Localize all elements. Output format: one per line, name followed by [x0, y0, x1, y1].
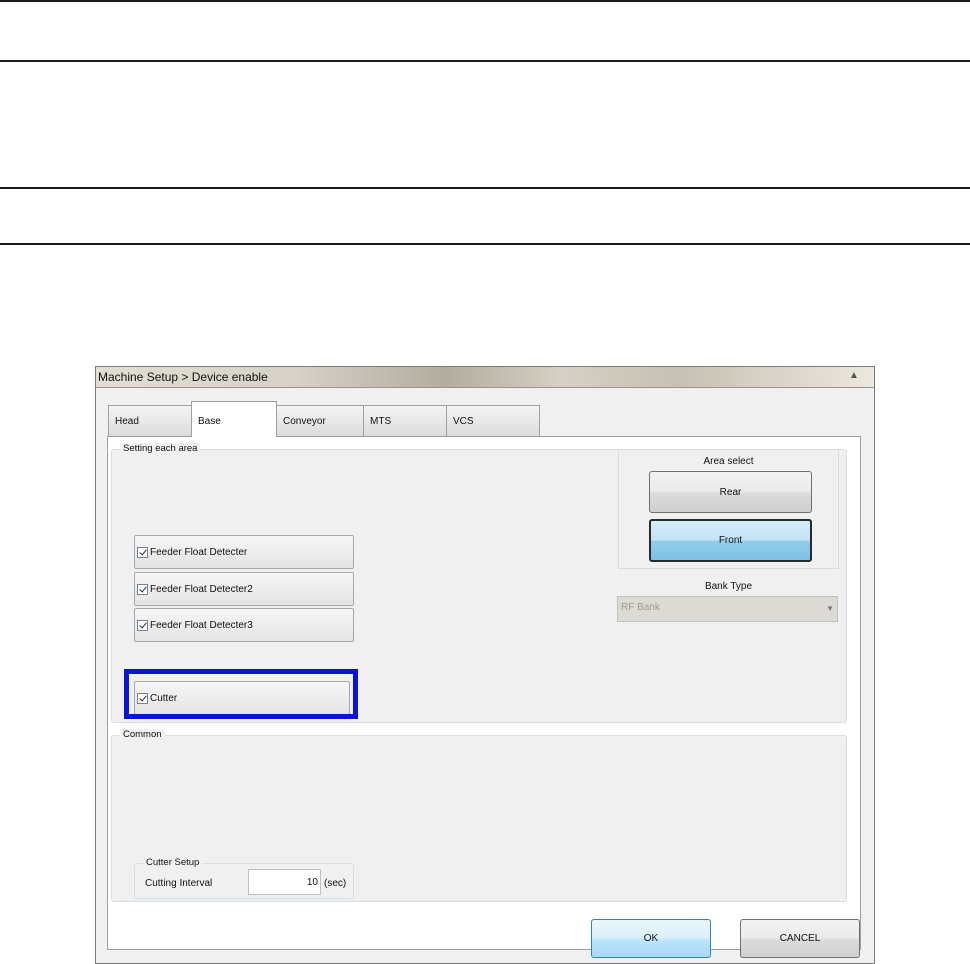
feeder-float-detecter2-label: Feeder Float Detecter2	[150, 583, 253, 595]
ok-button-label: OK	[643, 933, 659, 944]
tab-head[interactable]: Head	[108, 405, 192, 436]
feeder-float-detecter-checkbox[interactable]: Feeder Float Detecter	[134, 535, 354, 569]
page-rule-1	[0, 0, 970, 2]
titlebar-scroll-icon[interactable]: ▲	[848, 369, 860, 383]
front-button[interactable]: Front	[649, 519, 812, 562]
checkbox-checked-icon[interactable]	[137, 546, 148, 558]
cutter-highlight-frame	[124, 669, 358, 719]
feeder-float-detecter3-checkbox[interactable]: Feeder Float Detecter3	[134, 608, 354, 642]
feeder-float-detecter3-label: Feeder Float Detecter3	[150, 619, 253, 631]
area-select-label: Area select	[703, 456, 754, 467]
chevron-down-icon[interactable]: ▼	[826, 604, 834, 613]
rear-button[interactable]: Rear	[649, 471, 812, 513]
page-rule-2	[0, 60, 970, 62]
window-titlebar[interactable]: Machine Setup > Device enable ▲	[96, 367, 874, 388]
cutting-interval-input[interactable]: 10	[248, 869, 321, 895]
cutting-interval-unit: (sec)	[324, 878, 347, 889]
bank-type-label: Bank Type	[704, 581, 753, 592]
page-rule-3	[0, 187, 970, 189]
tab-base-label: Base	[198, 416, 221, 427]
tab-vcs-label: VCS	[453, 416, 474, 427]
tab-conveyor-label: Conveyor	[283, 416, 326, 427]
window-title: Machine Setup > Device enable	[98, 370, 268, 384]
common-label: Common	[120, 729, 165, 740]
cancel-button-label: CANCEL	[779, 933, 821, 944]
tab-base[interactable]: Base	[191, 401, 277, 437]
bank-type-select[interactable]: RF Bank ▼	[617, 596, 838, 622]
rear-button-label: Rear	[719, 486, 742, 498]
tab-mts[interactable]: MTS	[363, 405, 447, 436]
tab-conveyor[interactable]: Conveyor	[276, 405, 364, 436]
cutting-interval-label: Cutting Interval	[145, 878, 213, 889]
ok-button[interactable]: OK	[591, 919, 711, 958]
feeder-float-detecter2-checkbox[interactable]: Feeder Float Detecter2	[134, 572, 354, 606]
cutter-setup-label: Cutter Setup	[143, 857, 203, 868]
setting-each-area-label: Setting each area	[120, 443, 201, 454]
front-button-label: Front	[718, 535, 743, 546]
cancel-button[interactable]: CANCEL	[740, 919, 860, 958]
feeder-float-detecter-label: Feeder Float Detecter	[150, 546, 248, 558]
checkbox-checked-icon[interactable]	[137, 619, 148, 631]
tab-head-label: Head	[115, 416, 139, 427]
cutting-interval-value: 10	[306, 877, 318, 888]
tab-mts-label: MTS	[370, 416, 392, 427]
checkbox-checked-icon[interactable]	[137, 583, 148, 595]
page-rule-4	[0, 243, 970, 245]
tab-vcs[interactable]: VCS	[446, 405, 540, 436]
bank-type-value: RF Bank	[621, 602, 660, 613]
